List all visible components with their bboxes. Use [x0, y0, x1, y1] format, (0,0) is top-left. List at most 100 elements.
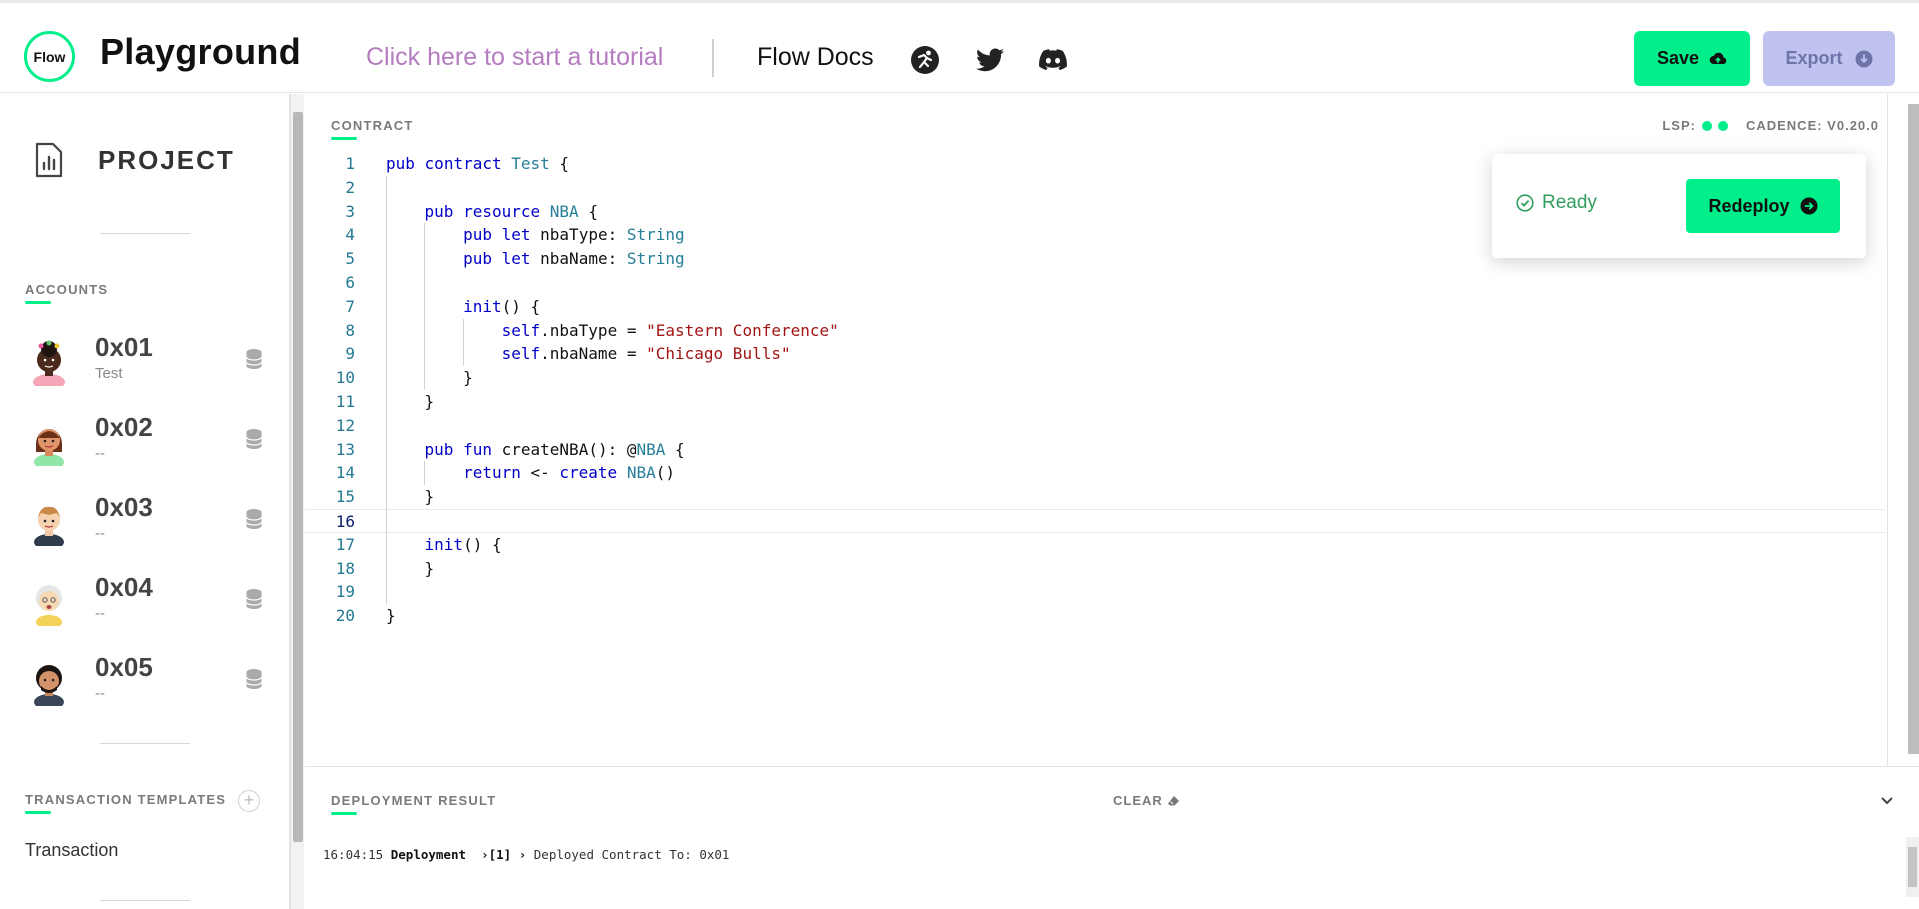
account-address: 0x02 [95, 412, 153, 442]
deployment-panel: DEPLOYMENT RESULT CLEAR 16:04:15 Deploym… [305, 766, 1919, 909]
flow-docs-link[interactable]: Flow Docs [757, 43, 874, 72]
code-text: } [386, 391, 435, 411]
line-number: 14 [335, 463, 355, 483]
avatar [36, 585, 62, 626]
code-line[interactable]: 20} [305, 604, 1885, 628]
deploy-popup: Ready Redeploy [1492, 154, 1866, 258]
code-text: self.nbaName = "Chicago Bulls" [501, 344, 791, 364]
avatar [34, 429, 64, 466]
code-text: return <- create NBA() [463, 463, 675, 483]
line-number: 3 [345, 201, 355, 221]
project-icon [35, 142, 63, 178]
deployment-scrollbar[interactable] [1906, 837, 1919, 897]
chevron-down-icon[interactable] [1878, 791, 1896, 809]
transaction-templates-underline [25, 811, 51, 814]
editor-scrollbar-thumb[interactable] [1908, 104, 1919, 754]
line-number: 16 [335, 511, 355, 531]
line-number: 9 [345, 344, 355, 364]
database-icon [245, 509, 263, 529]
tab-contract[interactable]: CONTRACT [331, 118, 414, 140]
save-label: Save [1656, 48, 1700, 68]
database-icon [245, 429, 263, 449]
sidebar-scrollbar-thumb[interactable] [293, 112, 303, 842]
line-number: 20 [335, 606, 355, 626]
add-template-icon[interactable]: + [238, 790, 260, 812]
line-number: 7 [345, 296, 355, 316]
ready-label: Ready [1542, 192, 1597, 213]
redeploy-label: Redeploy [1708, 195, 1790, 216]
transaction-templates-heading-text: TRANSACTION TEMPLATES [25, 792, 227, 807]
runner-icon[interactable] [910, 45, 940, 75]
sidebar-divider [100, 233, 190, 234]
clear-button[interactable]: CLEAR [1113, 793, 1180, 808]
code-line[interactable]: 13 pub fun createNBA(): @NBA { [305, 438, 1885, 462]
code-line[interactable]: 15 } [305, 485, 1885, 509]
indent-guide [386, 175, 387, 605]
database-icon [245, 669, 263, 689]
export-button[interactable]: Export [1763, 31, 1895, 86]
sidebar-divider [100, 743, 190, 744]
discord-icon[interactable] [1038, 45, 1068, 75]
line-number: 15 [335, 487, 355, 507]
line-number: 10 [335, 368, 355, 388]
account-contract: -- [95, 525, 105, 542]
account-0x02[interactable]: 0x02 -- [25, 412, 275, 474]
account-0x05[interactable]: 0x05 -- [25, 652, 275, 714]
log-time: 16:04:15 [323, 847, 384, 862]
tutorial-link[interactable]: Click here to start a tutorial [366, 43, 663, 72]
cloud-upload-icon [1709, 52, 1727, 64]
avatar [33, 340, 65, 386]
accounts-heading-text: ACCOUNTS [25, 282, 109, 297]
account-contract: Test [95, 365, 123, 382]
account-contract: -- [95, 445, 105, 462]
code-line[interactable]: 11 } [305, 390, 1885, 414]
database-icon [245, 589, 263, 609]
code-line[interactable]: 18 } [305, 557, 1885, 581]
code-text: } [386, 558, 435, 578]
log-message: Deployed Contract To: 0x01 [533, 847, 730, 862]
code-line[interactable]: 12 [305, 414, 1885, 438]
account-0x03[interactable]: 0x03 -- [25, 492, 275, 554]
line-number: 19 [335, 582, 355, 602]
code-line[interactable]: 10 } [305, 366, 1885, 390]
account-0x01[interactable]: 0x01 Test [25, 332, 275, 394]
code-text: self.nbaType = "Eastern Conference" [501, 320, 839, 340]
ready-status: Ready [1516, 192, 1597, 214]
deployment-log-line: 16:04:15 Deployment ›[1] › Deployed Cont… [323, 847, 730, 862]
code-text: } [386, 368, 473, 388]
line-number: 13 [335, 439, 355, 459]
transaction-template-item[interactable]: Transaction [25, 840, 118, 861]
transaction-templates-heading: TRANSACTION TEMPLATES [25, 792, 227, 814]
lsp-status-dot [1717, 120, 1728, 131]
code-line[interactable]: 8 self.nbaType = "Eastern Conference" [305, 319, 1885, 343]
code-line[interactable]: 19 [305, 580, 1885, 604]
language-status: LSP: CADENCE: V0.20.0 [1662, 118, 1879, 133]
redeploy-button[interactable]: Redeploy [1686, 179, 1840, 233]
code-line[interactable]: 17 init() { [305, 533, 1885, 557]
account-address: 0x03 [95, 492, 153, 522]
save-button[interactable]: Save [1634, 31, 1750, 86]
code-line[interactable]: 14 return <- create NBA() [305, 461, 1885, 485]
twitter-icon[interactable] [975, 45, 1005, 75]
editor-scrollbar[interactable] [1887, 94, 1919, 766]
project-label: PROJECT [98, 144, 235, 175]
code-line[interactable]: 9 self.nbaName = "Chicago Bulls" [305, 342, 1885, 366]
avatar [34, 665, 64, 706]
code-text: } [386, 606, 396, 626]
code-text: pub resource NBA { [424, 201, 598, 221]
project-item[interactable]: PROJECT [34, 142, 235, 178]
sidebar-scrollbar[interactable] [290, 94, 304, 909]
tab-contract-underline [331, 137, 357, 140]
flow-logo[interactable]: Flow [24, 31, 75, 82]
deployment-scrollbar-thumb[interactable] [1908, 847, 1917, 887]
account-address: 0x01 [95, 332, 153, 362]
code-text: init() { [424, 534, 502, 554]
code-line[interactable]: 16 [305, 508, 1885, 533]
code-line[interactable]: 6 [305, 271, 1885, 295]
code-line[interactable]: 7 init() { [305, 295, 1885, 319]
account-contract: -- [95, 605, 105, 622]
deployment-result-title: DEPLOYMENT RESULT [331, 793, 497, 808]
account-0x04[interactable]: 0x04 -- [25, 572, 275, 634]
app-header: Flow Playground Click here to start a tu… [0, 3, 1919, 93]
code-text: pub fun createNBA(): @NBA { [424, 439, 685, 459]
